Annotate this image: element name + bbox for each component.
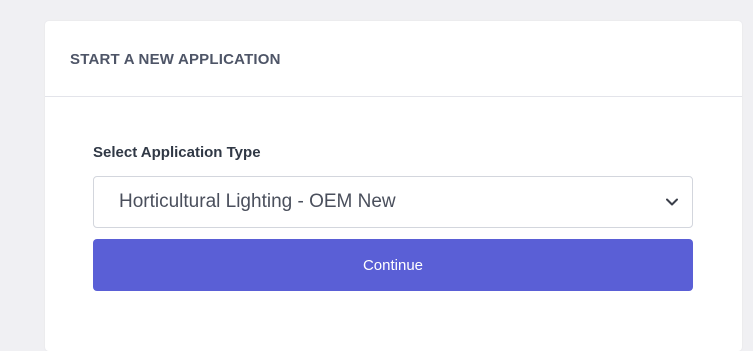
card-title: START A NEW APPLICATION [70, 51, 281, 68]
card-header: START A NEW APPLICATION [45, 21, 742, 97]
continue-button[interactable]: Continue [93, 239, 693, 291]
application-type-selected-value: Horticultural Lighting - OEM New [119, 191, 396, 212]
application-type-label: Select Application Type [93, 144, 261, 161]
new-application-card: START A NEW APPLICATION Select Applicati… [45, 21, 742, 351]
chevron-down-icon [665, 195, 679, 209]
application-type-select[interactable]: Horticultural Lighting - OEM New [93, 176, 693, 228]
